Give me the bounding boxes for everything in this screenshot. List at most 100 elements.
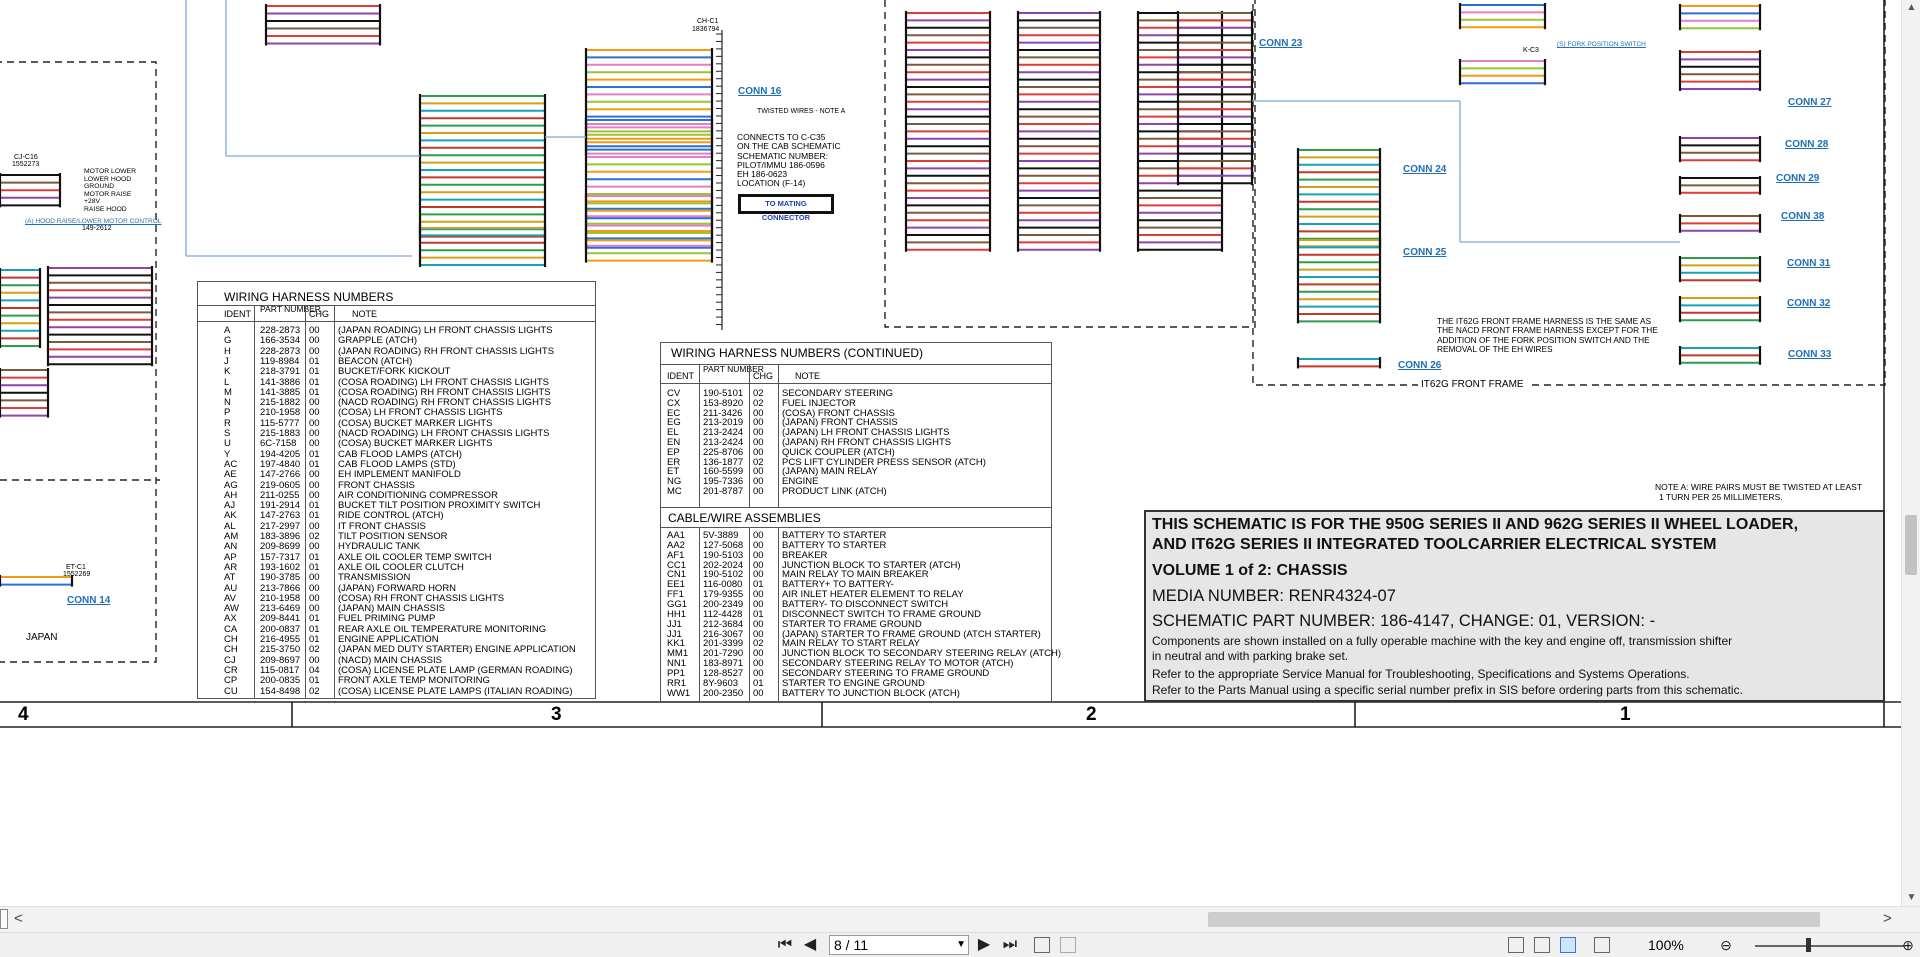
chg-cell: 01	[753, 677, 764, 689]
note-cell: (COSA) RH FRONT CHASSIS LIGHTS	[338, 592, 505, 604]
prev-page-icon[interactable]: ◀	[802, 935, 818, 955]
note-cell: (COSA ROADING) LH FRONT CHASSIS LIGHTS	[338, 376, 549, 388]
conn25-link[interactable]: CONN 25	[1403, 247, 1446, 258]
conn16-link[interactable]: CONN 16	[738, 86, 781, 97]
next-page-icon[interactable]: ▶	[976, 935, 992, 955]
chg-cell: 01	[309, 355, 320, 367]
chg-cell: 00	[753, 569, 764, 581]
note-cell: EH IMPLEMENT MANIFOLD	[338, 469, 461, 481]
horizontal-scroll-thumb[interactable]	[1208, 912, 1820, 927]
scroll-split-handle[interactable]	[0, 909, 8, 929]
ident-cell: AV	[224, 592, 236, 604]
chg-cell: 01	[309, 613, 320, 625]
part-cell: 190-3785	[260, 572, 301, 584]
note-cell: BATTERY+ TO BATTERY-	[782, 579, 894, 591]
etc1-part: 1552269	[63, 571, 91, 578]
note-cell: HYDRAULIC TANK	[338, 541, 420, 553]
chg-cell: 01	[309, 634, 320, 645]
part-cell: 195-7336	[703, 476, 744, 488]
note-cell: AXLE OIL COOLER TEMP SWITCH	[338, 551, 492, 563]
split-view-icon[interactable]	[1594, 937, 1610, 953]
conn27-link[interactable]: CONN 27	[1788, 97, 1831, 108]
last-page-icon[interactable]: ⏭	[1002, 935, 1018, 955]
zoom-in-icon[interactable]: ⊕	[1900, 935, 1916, 955]
scroll-up-icon[interactable]: ▲	[1902, 0, 1920, 16]
document-viewer[interactable]: CONN 16 CONN 23 CONN 24 CONN 25 CONN 26 …	[0, 0, 1901, 906]
hood-motor-link[interactable]: (A) HOOD RAISE/LOWER MOTOR CONTROL	[25, 218, 161, 225]
horizontal-scrollbar[interactable]: < >	[0, 906, 1920, 932]
chg-cell: 01	[309, 551, 320, 563]
continuous-view-icon[interactable]	[1534, 937, 1550, 953]
kc3-label: K-C3	[1523, 47, 1539, 54]
cjc16-part: 1552273	[12, 161, 40, 168]
chg-cell: 02	[753, 397, 764, 409]
chg-cell: 00	[753, 598, 764, 610]
note-cell: AIR CONDITIONING COMPRESSOR	[338, 489, 498, 501]
scroll-left-icon[interactable]: <	[14, 910, 23, 928]
conn14-link[interactable]: CONN 14	[67, 595, 110, 606]
col-part: PART NUMBER	[260, 304, 321, 314]
note-cell: JUNCTION BLOCK TO STARTER (ATCH)	[782, 559, 961, 571]
ident-cell: J	[224, 355, 229, 367]
two-page-view-icon[interactable]	[1560, 937, 1576, 953]
part-cell: 116-0080	[703, 579, 743, 591]
ident-cell: AJ	[224, 500, 236, 512]
frame-note: THE IT62G FRONT FRAME HARNESS IS THE SAM…	[1437, 316, 1658, 355]
zone-1: 1	[1620, 704, 1631, 725]
desc-line-1: Components are shown installed on a full…	[1152, 634, 1733, 648]
vertical-scrollbar[interactable]: ▲ ▼	[1901, 0, 1920, 906]
ident-cell: H	[224, 345, 231, 357]
note-cell: REAR AXLE OIL TEMPERATURE MONITORING	[338, 623, 547, 635]
vertical-scroll-thumb[interactable]	[1905, 515, 1917, 575]
note-cell: FUEL INJECTOR	[782, 397, 856, 409]
motor-labels: MOTOR LOWER LOWER HOOD GROUND MOTOR RAIS…	[84, 168, 136, 214]
conn24-link[interactable]: CONN 24	[1403, 164, 1446, 175]
col-chg: CHG	[309, 309, 329, 319]
note-cell: (COSA) LICENSE PLATE LAMP (GERMAN ROADIN…	[338, 664, 573, 676]
conn29-link[interactable]: CONN 29	[1776, 173, 1819, 184]
note-cell: BATTERY- TO DISCONNECT SWITCH	[782, 598, 949, 610]
zoom-slider-handle[interactable]	[1806, 938, 1811, 952]
part-cell: 210-1958	[260, 407, 301, 419]
scroll-down-icon[interactable]: ▼	[1902, 890, 1920, 906]
scroll-right-icon[interactable]: >	[1883, 910, 1892, 928]
zoom-slider[interactable]	[1755, 945, 1905, 947]
chevron-down-icon[interactable]: ▼	[956, 936, 966, 954]
ident-cell: AE	[224, 469, 237, 481]
chg-cell: 00	[309, 489, 320, 501]
conn31-link[interactable]: CONN 31	[1787, 258, 1830, 269]
part-cell: 200-0835	[260, 675, 301, 687]
ident-cell: JJ1	[667, 618, 682, 630]
chg-cell: 00	[753, 559, 764, 571]
chg-cell: 00	[309, 654, 320, 666]
fork-position-switch-link[interactable]: (S) FORK POSITION SWITCH	[1557, 41, 1646, 48]
conn32-link[interactable]: CONN 32	[1787, 298, 1830, 309]
conn28-link[interactable]: CONN 28	[1785, 139, 1828, 150]
part-cell: 147-2763	[260, 510, 301, 522]
note-cell: MAIN RELAY TO START RELAY	[782, 638, 920, 650]
first-page-icon[interactable]: ⏮	[777, 935, 793, 955]
ident-cell: R	[224, 417, 231, 429]
ident-cell: N	[224, 397, 231, 409]
conn38-link[interactable]: CONN 38	[1781, 211, 1824, 222]
chg-cell: 00	[309, 603, 320, 615]
to-mating-connector-button[interactable]: TO MATING CONNECTOR	[738, 194, 834, 222]
single-page-view-icon[interactable]	[1508, 937, 1524, 953]
fit-page-icon[interactable]	[1060, 937, 1076, 953]
zoom-out-icon[interactable]: ⊖	[1718, 935, 1734, 955]
note-cell: ENGINE APPLICATION	[338, 634, 439, 645]
page-number-value: 8 / 11	[834, 937, 868, 953]
part-cell: 209-8441	[260, 613, 301, 625]
harness-table: WIRING HARNESS NUMBERS IDENT PART NUMBER…	[197, 281, 596, 699]
conn26-link[interactable]: CONN 26	[1398, 360, 1441, 371]
chg-cell: 01	[309, 675, 320, 687]
chg-cell: 00	[753, 427, 764, 439]
rotate-view-icon[interactable]	[1034, 937, 1050, 953]
part-cell: 217-2997	[260, 520, 301, 532]
ident-cell: AG	[224, 479, 238, 491]
ident-cell: KK1	[667, 638, 685, 650]
page-number-input[interactable]: 8 / 11 ▼	[829, 935, 969, 955]
conn23-link[interactable]: CONN 23	[1259, 38, 1302, 49]
note-cell: (COSA) FRONT CHASSIS	[782, 407, 895, 419]
conn33-link[interactable]: CONN 33	[1788, 349, 1831, 360]
